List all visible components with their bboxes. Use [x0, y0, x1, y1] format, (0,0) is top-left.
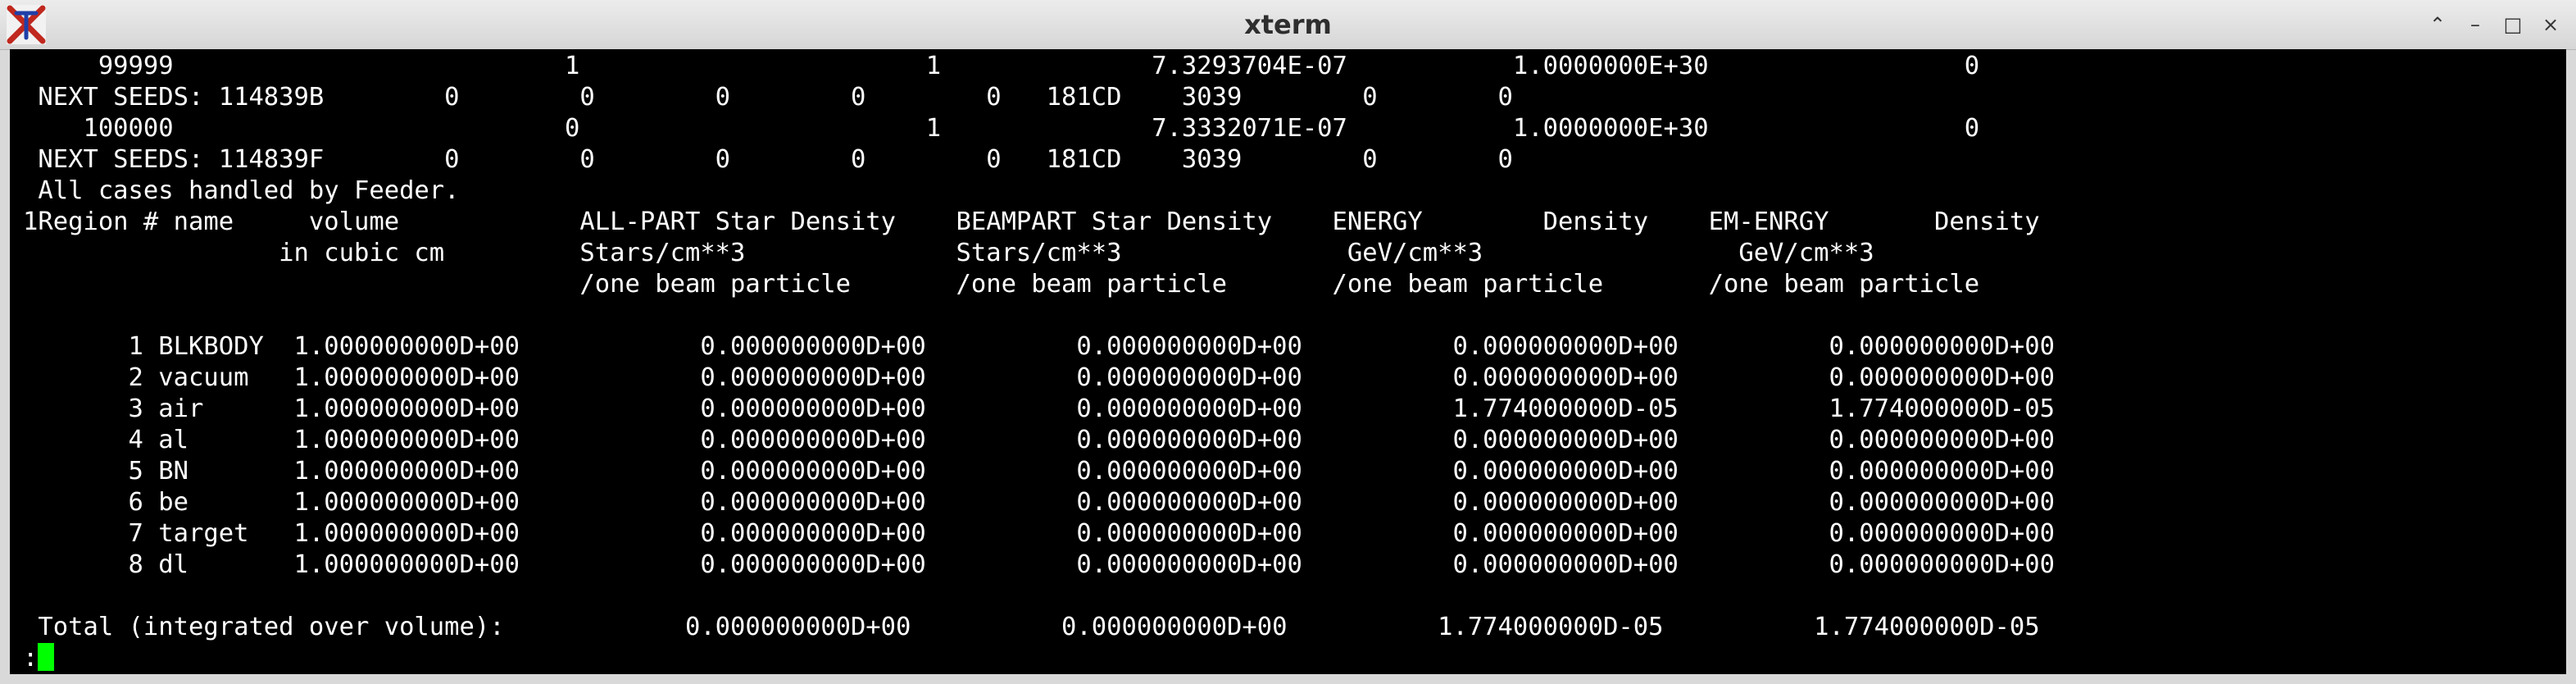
- table-header-units: in cubic cm Stars/cm**3 Stars/cm**3 GeV/…: [23, 239, 1874, 267]
- table-row: 8 dl 1.000000000D+00 0.000000000D+00 0.0…: [23, 550, 2055, 579]
- xterm-window: xterm ⌃ – □ × 99999 1 1 7.3293704E-07 1.…: [0, 0, 2576, 684]
- output-line-seed-99999: 99999 1 1 7.3293704E-07 1.0000000E+30 0: [23, 52, 1980, 80]
- terminal-area[interactable]: 99999 1 1 7.3293704E-07 1.0000000E+30 0 …: [10, 49, 2566, 674]
- text-cursor: [38, 643, 55, 671]
- prompt-text: :: [23, 644, 39, 673]
- table-row: 6 be 1.000000000D+00 0.000000000D+00 0.0…: [23, 488, 2055, 517]
- table-row: 5 BN 1.000000000D+00 0.000000000D+00 0.0…: [23, 457, 2055, 486]
- output-line-feeder-status: All cases handled by Feeder.: [23, 176, 460, 205]
- maximize-button[interactable]: □: [2498, 10, 2528, 39]
- table-total-row: Total (integrated over volume): 0.000000…: [23, 613, 2040, 641]
- close-button[interactable]: ×: [2536, 10, 2565, 39]
- minimize-button[interactable]: –: [2460, 10, 2490, 39]
- output-line-seed-100000: 100000 0 1 7.3332071E-07 1.0000000E+30 0: [23, 114, 1980, 143]
- table-header-normalization: /one beam particle /one beam particle /o…: [23, 270, 1980, 299]
- table-row: 7 target 1.000000000D+00 0.000000000D+00…: [23, 519, 2055, 548]
- window-title: xterm: [1244, 9, 1332, 40]
- title-bar[interactable]: xterm ⌃ – □ ×: [0, 0, 2576, 50]
- table-header-row: 1Region # name volume ALL-PART Star Dens…: [23, 207, 2040, 236]
- shade-button[interactable]: ⌃: [2423, 10, 2452, 39]
- output-line-next-seeds: NEXT SEEDS: 114839F 0 0 0 0 0 181CD 3039…: [23, 145, 1513, 174]
- command-prompt-line[interactable]: :: [23, 643, 55, 674]
- table-row: 1 BLKBODY 1.000000000D+00 0.000000000D+0…: [23, 332, 2055, 361]
- output-line-next-seeds: NEXT SEEDS: 114839B 0 0 0 0 0 181CD 3039…: [23, 83, 1513, 112]
- table-row: 2 vacuum 1.000000000D+00 0.000000000D+00…: [23, 363, 2055, 392]
- table-row: 3 air 1.000000000D+00 0.000000000D+00 0.…: [23, 394, 2055, 423]
- table-row: 4 al 1.000000000D+00 0.000000000D+00 0.0…: [23, 426, 2055, 454]
